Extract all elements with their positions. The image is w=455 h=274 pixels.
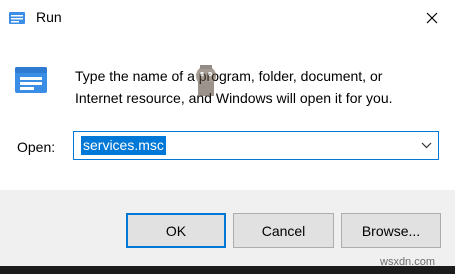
- title-bar: Run: [0, 0, 455, 36]
- run-app-icon: [9, 12, 25, 24]
- description-line-1: Type the name of a program, folder, docu…: [75, 68, 383, 84]
- run-icon: [15, 67, 47, 93]
- description-line-2: Internet resource, and Windows will open…: [75, 90, 393, 106]
- open-combobox[interactable]: services.msc: [73, 131, 439, 160]
- chevron-down-icon: [421, 142, 431, 149]
- cancel-button[interactable]: Cancel: [233, 213, 334, 248]
- close-icon: [426, 12, 438, 24]
- ok-button[interactable]: OK: [126, 213, 226, 248]
- window-title: Run: [36, 9, 62, 25]
- open-dropdown-button[interactable]: [414, 132, 438, 159]
- close-button[interactable]: [409, 0, 455, 36]
- open-label: Open:: [17, 139, 56, 155]
- browse-button[interactable]: Browse...: [341, 213, 441, 248]
- dialog-body: [0, 36, 455, 190]
- dialog-description: Type the name of a program, folder, docu…: [75, 65, 445, 109]
- taskbar-strip: [0, 266, 455, 274]
- open-input-value[interactable]: services.msc: [81, 136, 166, 155]
